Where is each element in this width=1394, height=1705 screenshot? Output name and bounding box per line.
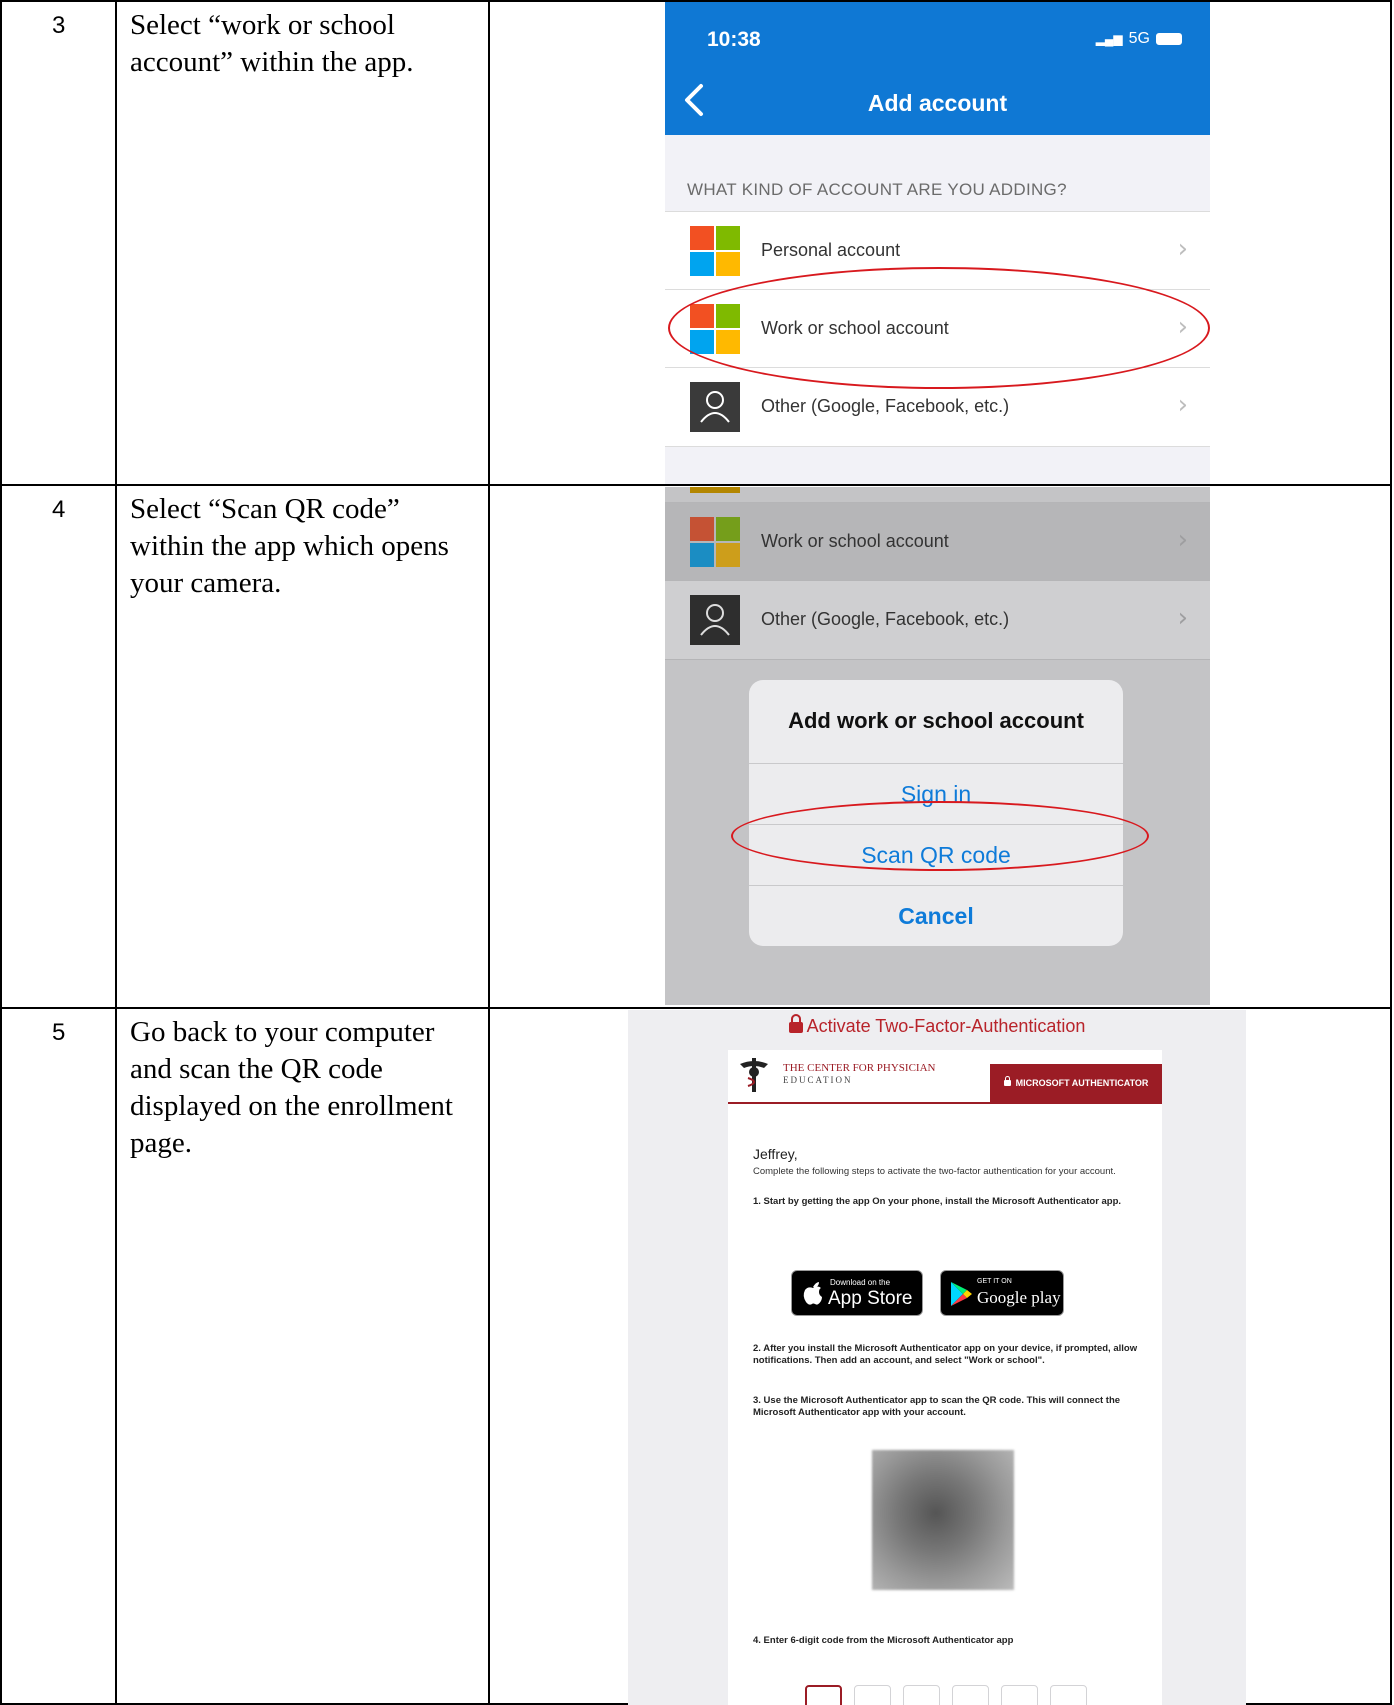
list-item-label: Personal account: [761, 240, 901, 260]
logo-text: THE CENTER FOR PHYSICIAN: [783, 1062, 936, 1074]
tab-microsoft-authenticator[interactable]: MICROSOFT AUTHENTICATOR: [990, 1064, 1162, 1102]
intro-text: Complete the following steps to activate…: [753, 1166, 1116, 1177]
step-2-text: 2. After you install the Microsoft Authe…: [753, 1343, 1138, 1366]
table-row-divider: [0, 1007, 1392, 1009]
app-store-small-label: Download on the: [830, 1278, 891, 1287]
code-digit-input[interactable]: [805, 1685, 842, 1705]
app-store-badge[interactable]: Download on the App Store: [791, 1270, 923, 1316]
app-store-label: App Store: [828, 1288, 913, 1309]
card-header: THE CENTER FOR PHYSICIAN EDUCATION MICRO…: [728, 1050, 1162, 1104]
apple-icon: [803, 1282, 822, 1305]
step-instruction: Select “Scan QR code” within the app whi…: [130, 493, 449, 599]
code-digit-input[interactable]: [1001, 1685, 1038, 1705]
step-1-text: 1. Start by getting the app On your phon…: [753, 1196, 1122, 1207]
table-column-divider: [488, 0, 490, 1705]
phone-screenshot-add-account: 10:38 ▂▄▆ 5G Add account WHAT KIND OF AC…: [665, 2, 1210, 484]
highlight-ellipse: [668, 267, 1210, 389]
lock-icon: [788, 1014, 803, 1033]
step-number: 3: [52, 12, 66, 39]
cancel-button[interactable]: Cancel: [749, 885, 1123, 946]
chevron-right-icon: ›: [1177, 525, 1188, 555]
google-play-small-label: GET IT ON: [977, 1278, 1012, 1285]
table-border-right: [1390, 0, 1392, 1705]
section-header: WHAT KIND OF ACCOUNT ARE YOU ADDING?: [687, 180, 1067, 199]
person-icon: [690, 595, 740, 645]
table-border-left: [0, 0, 2, 1705]
network-label: 5G: [1128, 30, 1150, 47]
highlight-ellipse: [731, 801, 1149, 871]
page-title: Add account: [867, 90, 1008, 116]
table-row-divider: [0, 484, 1392, 486]
table-column-divider: [115, 0, 117, 1705]
status-bar: ▂▄▆ 5G: [1096, 30, 1182, 48]
person-icon: [690, 382, 740, 432]
google-play-badge[interactable]: GET IT ON Google play: [940, 1270, 1064, 1316]
caduceus-logo-icon: [740, 1058, 768, 1092]
dialog-title: Add work or school account: [788, 708, 1084, 733]
battery-icon: [1156, 33, 1182, 45]
list-item-label: Work or school account: [761, 531, 949, 551]
microsoft-logo-fragment: [690, 487, 740, 493]
app-header: 10:38 ▂▄▆ 5G Add account: [665, 2, 1210, 135]
step-number: 4: [52, 496, 66, 523]
step-instruction: Select “work or school account” within t…: [130, 9, 414, 78]
step-3-text: 3. Use the Microsoft Authenticator app t…: [753, 1395, 1121, 1418]
enrollment-card: THE CENTER FOR PHYSICIAN EDUCATION MICRO…: [728, 1050, 1162, 1705]
list-item-label: Other (Google, Facebook, etc.): [761, 609, 1010, 629]
google-play-label: Google play: [977, 1288, 1061, 1307]
code-digit-input[interactable]: [952, 1685, 989, 1705]
status-time: 10:38: [707, 28, 761, 51]
chevron-right-icon: ›: [1177, 603, 1188, 633]
list-item-work-or-school-account[interactable]: Work or school account ›: [665, 502, 1210, 581]
google-play-icon: [951, 1282, 972, 1306]
step-instruction: Go back to your computer and scan the QR…: [130, 1016, 453, 1159]
chevron-right-icon: ›: [1177, 234, 1188, 264]
chevron-right-icon: ›: [1177, 390, 1188, 420]
code-digit-input[interactable]: [854, 1685, 891, 1705]
microsoft-logo-icon: [690, 517, 740, 567]
step-number: 5: [52, 1019, 66, 1046]
web-screenshot-enrollment-page: Activate Two-Factor-Authentication THE C…: [628, 1010, 1246, 1705]
list-item-other-account[interactable]: Other (Google, Facebook, etc.) ›: [665, 580, 1210, 660]
microsoft-logo-icon: [690, 226, 740, 276]
signal-icon: ▂▄▆: [1095, 32, 1123, 46]
qr-code-image: [872, 1450, 1014, 1590]
list-item-label: Other (Google, Facebook, etc.): [761, 396, 1010, 416]
greeting: Jeffrey,: [753, 1146, 798, 1162]
phone-screenshot-add-work-account-dialog: Work or school account › Other (Google, …: [665, 487, 1210, 1005]
code-digit-input[interactable]: [903, 1685, 940, 1705]
enrollment-title: Activate Two-Factor-Authentication: [628, 1014, 1246, 1037]
logo-subtext: EDUCATION: [783, 1075, 853, 1085]
step-4-text: 4. Enter 6-digit code from the Microsoft…: [753, 1635, 1014, 1646]
code-digit-input[interactable]: [1050, 1685, 1087, 1705]
lock-icon: [1003, 1076, 1011, 1086]
